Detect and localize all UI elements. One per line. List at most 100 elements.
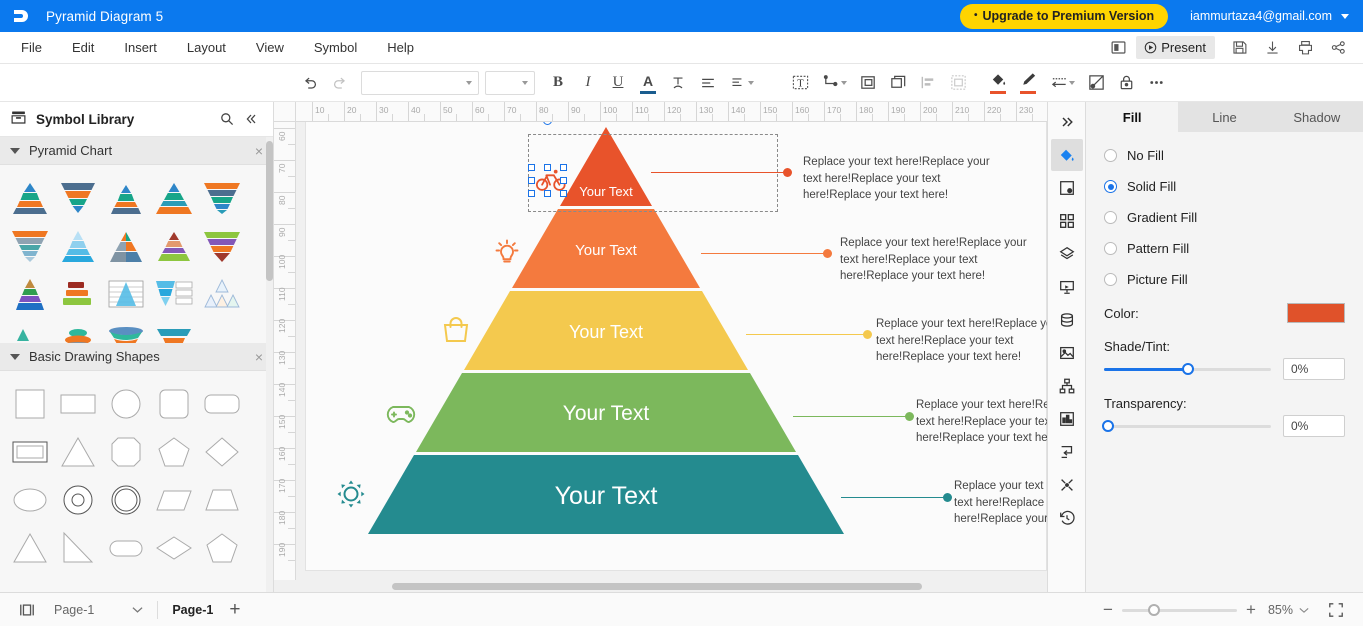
account-menu[interactable]: iammurtaza4@gmail.com	[1190, 9, 1349, 23]
shape-stacked-slabs[interactable]	[54, 270, 102, 318]
collapse-panel-icon[interactable]	[239, 107, 263, 131]
resize-handle-ne[interactable]	[560, 164, 567, 171]
text-box-icon[interactable]: T	[785, 69, 815, 97]
radio-no-fill[interactable]	[1104, 149, 1117, 162]
shape-triangle[interactable]	[54, 428, 102, 476]
transparency-value[interactable]: 0%	[1283, 415, 1345, 437]
connector-dot-2[interactable]	[823, 249, 832, 258]
shape-triangle-trio-outline[interactable]	[198, 270, 246, 318]
tab-fill[interactable]: Fill	[1086, 102, 1179, 132]
align-icon[interactable]	[693, 69, 723, 97]
shape-settings-icon[interactable]	[1051, 172, 1083, 204]
canvas-scroll-thumb[interactable]	[392, 583, 922, 590]
page-view-icon[interactable]	[14, 597, 40, 623]
shape-trapezoid[interactable]	[198, 476, 246, 524]
shape-parallelogram[interactable]	[150, 476, 198, 524]
description-text-3[interactable]: Replace your text here!Replace your text…	[876, 316, 1047, 366]
fill-color-icon[interactable]	[983, 69, 1013, 97]
menu-item-edit[interactable]: Edit	[57, 32, 109, 64]
connector-line-2[interactable]	[701, 253, 826, 254]
shape-circle[interactable]	[102, 380, 150, 428]
option-no-fill[interactable]: No Fill	[1104, 148, 1345, 163]
zoom-slider[interactable]	[1121, 603, 1237, 617]
shape-inverted-bands-1[interactable]	[198, 174, 246, 222]
shape-framed-rectangle[interactable]	[6, 428, 54, 476]
description-text-1[interactable]: Replace your text here!Replace your text…	[803, 154, 1008, 204]
vertical-ruler[interactable]: 60 70 80 90 100 110 120 130 140 150 160 170 180 190	[274, 122, 296, 580]
tab-line[interactable]: Line	[1178, 102, 1270, 132]
fill-bucket-icon[interactable]	[1050, 139, 1083, 171]
tab-shadow[interactable]: Shadow	[1271, 102, 1363, 132]
resize-handle-n[interactable]	[544, 164, 551, 171]
zoom-in-button[interactable]: +	[1243, 601, 1259, 618]
shape-funnel-with-rows[interactable]	[150, 270, 198, 318]
save-icon[interactable]	[1224, 35, 1254, 61]
line-style-icon[interactable]	[1043, 69, 1081, 97]
shape-triangle-arrows[interactable]	[6, 318, 54, 343]
shape-stadium[interactable]	[102, 524, 150, 572]
lock-icon[interactable]	[1111, 69, 1141, 97]
fill-color-swatch[interactable]	[1287, 303, 1345, 323]
chart-icon[interactable]	[1051, 403, 1083, 435]
shape-pentagon[interactable]	[150, 428, 198, 476]
gallery-icon[interactable]	[1051, 205, 1083, 237]
slide-icon[interactable]	[1051, 271, 1083, 303]
gamepad-icon[interactable]	[384, 402, 418, 429]
option-gradient-fill[interactable]: Gradient Fill	[1104, 210, 1345, 225]
shape-triangle-2[interactable]	[6, 524, 54, 572]
horizontal-ruler[interactable]: 10 20 30 40 50 60 70 80 90 100 110 120 130 140 150 160 1…	[296, 102, 1047, 122]
shape-layered-triangle-blue[interactable]	[54, 222, 102, 270]
arrange-icon[interactable]	[943, 69, 973, 97]
text-style-icon[interactable]	[663, 69, 693, 97]
shade-tint-slider[interactable]	[1104, 362, 1271, 376]
connector-icon[interactable]	[815, 69, 853, 97]
shade-tint-value[interactable]: 0%	[1283, 358, 1345, 380]
resize-handle-nw[interactable]	[528, 164, 535, 171]
shape-round-funnel[interactable]	[102, 318, 150, 343]
search-icon[interactable]	[215, 107, 239, 131]
resize-handle-e[interactable]	[560, 177, 567, 184]
shape-rhombus[interactable]	[150, 524, 198, 572]
connector-line-5[interactable]	[841, 497, 946, 498]
shape-ring[interactable]	[102, 476, 150, 524]
shape-octagon[interactable]	[102, 428, 150, 476]
shape-trapezoid-stack[interactable]	[150, 318, 198, 343]
line-spacing-icon[interactable]	[723, 69, 761, 97]
shape-diamond[interactable]	[198, 428, 246, 476]
connector-line-4[interactable]	[793, 416, 908, 417]
section-header-basic-drawing-shapes[interactable]: Basic Drawing Shapes ×	[0, 343, 273, 371]
shape-inverted-funnel-2[interactable]	[6, 222, 54, 270]
page-selector[interactable]: Page-1	[54, 603, 143, 617]
library-scrollbar-thumb[interactable]	[266, 141, 273, 281]
zoom-level-selector[interactable]: 85%	[1268, 603, 1309, 617]
pen-icon[interactable]	[1081, 69, 1111, 97]
description-text-5[interactable]: Replace your text here!Replace your text…	[954, 478, 1047, 528]
italic-icon[interactable]: I	[573, 69, 603, 97]
connector-dot-1[interactable]	[783, 168, 792, 177]
upgrade-to-premium-button[interactable]: • Upgrade to Premium Version	[960, 3, 1169, 29]
history-icon[interactable]	[1051, 502, 1083, 534]
page-tab-page-1[interactable]: Page-1	[172, 603, 213, 617]
resize-handle-sw[interactable]	[528, 190, 535, 197]
redo-icon[interactable]	[325, 69, 355, 97]
menu-item-insert[interactable]: Insert	[109, 32, 172, 64]
share-icon[interactable]	[1323, 35, 1353, 61]
description-text-2[interactable]: Replace your text here!Replace your text…	[840, 235, 1045, 285]
download-icon[interactable]	[1257, 35, 1287, 61]
connector-dot-3[interactable]	[863, 330, 872, 339]
resize-handle-w[interactable]	[528, 177, 535, 184]
fit-screen-icon[interactable]	[1323, 597, 1349, 623]
undo-icon[interactable]	[295, 69, 325, 97]
shape-3d-stacked-pyramid[interactable]	[150, 222, 198, 270]
shape-stacked-triangle-1[interactable]	[6, 174, 54, 222]
more-icon[interactable]	[1141, 69, 1171, 97]
org-chart-icon[interactable]	[1051, 370, 1083, 402]
print-icon[interactable]	[1290, 35, 1320, 61]
shape-pentagon-2[interactable]	[198, 524, 246, 572]
close-icon[interactable]: ×	[255, 143, 263, 159]
gear-icon[interactable]	[334, 477, 368, 514]
menu-item-layout[interactable]: Layout	[172, 32, 241, 64]
shape-right-triangle[interactable]	[54, 524, 102, 572]
underline-icon[interactable]: U	[603, 69, 633, 97]
shape-3d-triangle-split[interactable]	[102, 222, 150, 270]
